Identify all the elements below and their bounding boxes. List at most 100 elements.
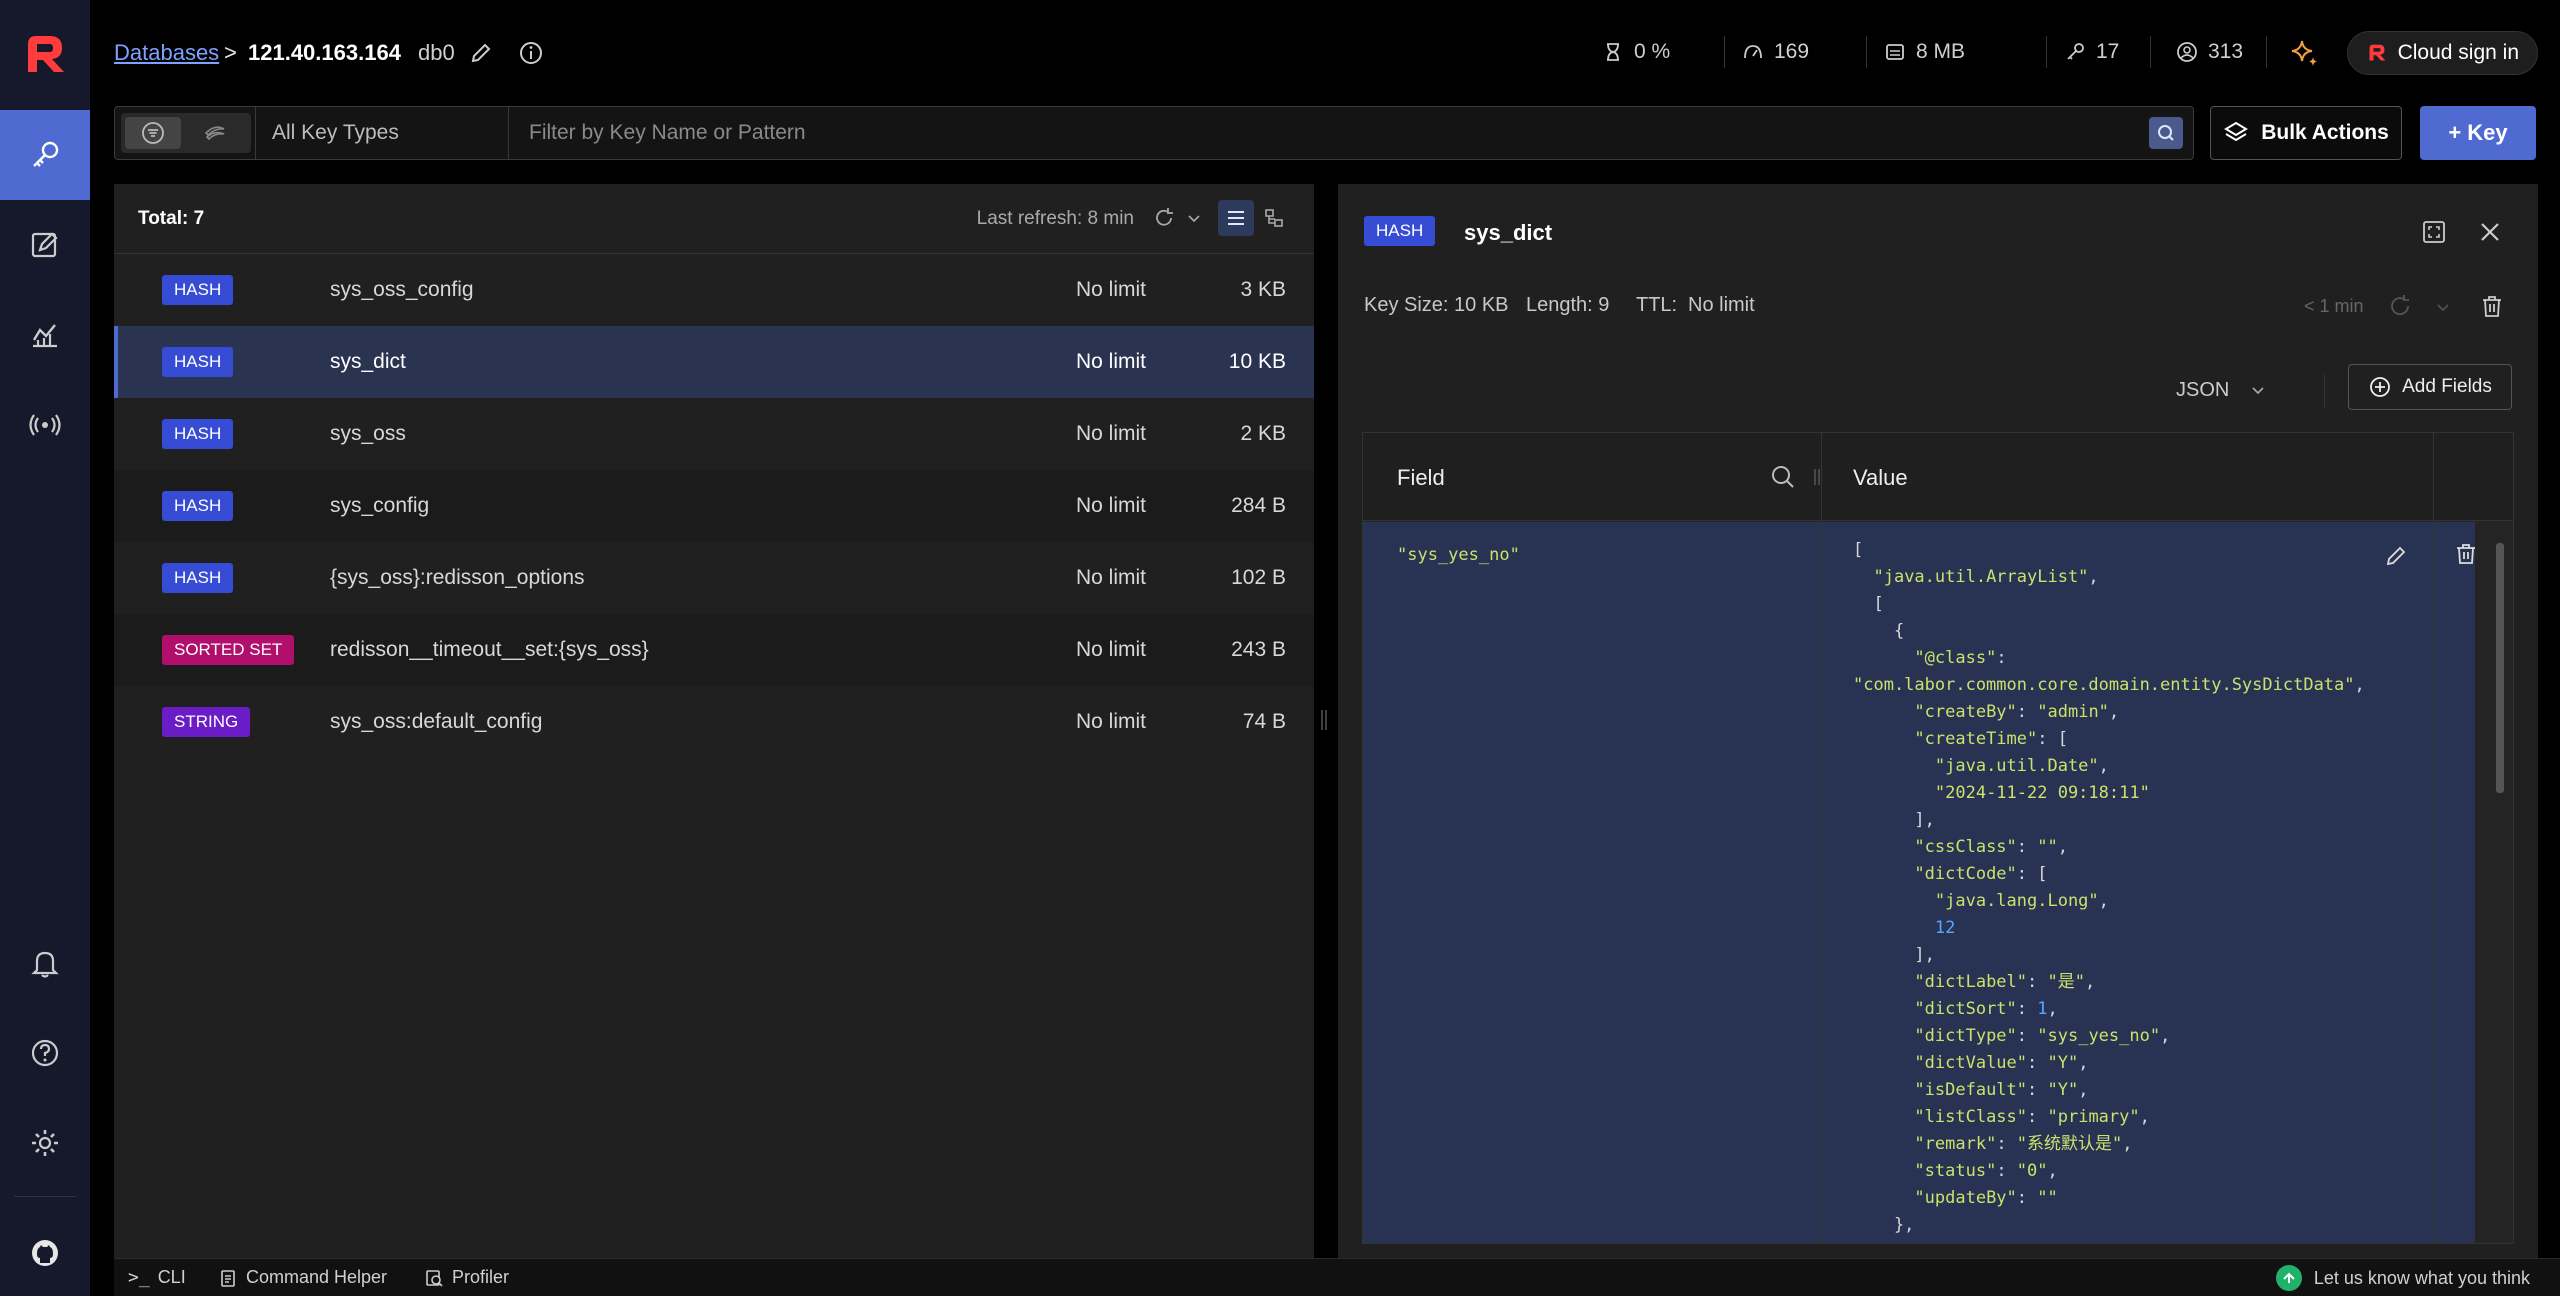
key-name: sys_dict [330, 350, 406, 374]
breadcrumb-databases-link[interactable]: Databases [114, 40, 219, 66]
key-size: 243 B [1231, 638, 1286, 662]
bulk-actions-label: Bulk Actions [2261, 121, 2389, 145]
gauge-icon [1742, 41, 1764, 63]
key-row[interactable]: HASH sys_oss_config No limit 3 KB [114, 254, 1314, 326]
key-ttl: No limit [1076, 278, 1146, 302]
chevron-down-icon [1187, 211, 1201, 225]
bulk-actions-button[interactable]: Bulk Actions [2210, 106, 2402, 160]
column-resize-handle[interactable] [1813, 469, 1821, 485]
cloud-sign-in-label: Cloud sign in [2398, 41, 2519, 65]
key-row[interactable]: HASH {sys_oss}:redisson_options No limit… [114, 542, 1314, 614]
length-meta: Length: 9 [1526, 294, 1609, 317]
cli-button[interactable]: >_ CLI [128, 1267, 186, 1288]
refresh-icon [1153, 207, 1175, 229]
add-key-button[interactable]: + Key [2420, 106, 2536, 160]
pencil-icon[interactable] [468, 40, 494, 66]
key-name: {sys_oss}:redisson_options [330, 566, 585, 590]
vector-search-toggle[interactable] [187, 117, 243, 149]
chevron-down-icon[interactable] [2436, 300, 2450, 314]
total-keys: Total: 7 [138, 208, 204, 230]
key-ttl: No limit [1076, 422, 1146, 446]
key-type-badge: HASH [162, 563, 233, 593]
detail-key-name[interactable]: sys_dict [1464, 220, 1552, 246]
tree-view-button[interactable] [1256, 200, 1292, 236]
key-size: 74 B [1243, 710, 1286, 734]
help-nav-button[interactable] [0, 1008, 90, 1098]
refresh-icon[interactable] [2386, 292, 2414, 320]
feedback-icon [2276, 1265, 2302, 1291]
browser-nav-button[interactable] [0, 110, 90, 200]
nav-divider [14, 1196, 76, 1197]
key-type-badge: SORTED SET [162, 635, 294, 665]
pubsub-nav-button[interactable] [0, 380, 90, 470]
filter-bar: All Key Types [114, 106, 2194, 160]
format-select[interactable]: JSON [2156, 370, 2286, 410]
workbench-icon [28, 228, 62, 262]
cloud-sign-in-button[interactable]: Cloud sign in [2347, 31, 2538, 75]
notifications-nav-button[interactable] [0, 918, 90, 1008]
trash-icon[interactable] [2478, 292, 2506, 320]
refresh-button[interactable] [1150, 204, 1178, 232]
key-ttl: No limit [1076, 350, 1146, 374]
key-size: 102 B [1231, 566, 1286, 590]
list-view-button[interactable] [1218, 200, 1254, 236]
key-type-badge: HASH [162, 275, 233, 305]
table-header: Field Value [1363, 433, 2514, 521]
search-icon[interactable] [1769, 463, 1797, 491]
search-button[interactable] [2149, 117, 2183, 149]
ops-value: 169 [1774, 40, 1809, 64]
sparkle-icon[interactable] [2288, 37, 2320, 69]
format-value: JSON [2176, 379, 2229, 402]
github-nav-button[interactable] [0, 1208, 90, 1296]
last-refresh: Last refresh: 8 min [977, 208, 1134, 230]
cpu-stat: 0 % [1602, 40, 1670, 64]
key-row[interactable]: SORTED SET redisson__timeout__set:{sys_o… [114, 614, 1314, 686]
panel-resize-handle[interactable] [1320, 700, 1328, 740]
trash-icon[interactable] [2453, 541, 2479, 567]
gear-icon [28, 1126, 62, 1160]
bottom-bar: >_ CLI Command Helper Profiler Let us kn… [114, 1258, 2560, 1296]
key-type-badge: HASH [1364, 216, 1435, 246]
pencil-icon[interactable] [2383, 543, 2409, 569]
key-ttl: No limit [1076, 638, 1146, 662]
key-row[interactable]: HASH sys_oss No limit 2 KB [114, 398, 1314, 470]
key-size-meta: Key Size: 10 KB [1364, 294, 1509, 317]
chevron-down-icon [2251, 383, 2265, 397]
feedback-label: Let us know what you think [2314, 1268, 2530, 1289]
info-icon[interactable] [518, 40, 544, 66]
close-icon[interactable] [2476, 218, 2504, 246]
key-name: sys_oss:default_config [330, 710, 542, 734]
redis-logo[interactable] [20, 30, 70, 80]
auto-refresh-dropdown[interactable] [1180, 204, 1208, 232]
hash-fields-table: Field Value "sys_yes_no" [ "java.util.Ar… [1362, 432, 2514, 1244]
stat-divider [2046, 36, 2047, 68]
ttl-value[interactable]: No limit [1688, 294, 1755, 317]
key-details-panel: HASH sys_dict Key Size: 10 KB Length: 9 … [1338, 184, 2538, 1258]
settings-nav-button[interactable] [0, 1098, 90, 1188]
key-row-selected[interactable]: HASH sys_dict No limit 10 KB [114, 326, 1314, 398]
workbench-nav-button[interactable] [0, 200, 90, 290]
pattern-search-toggle[interactable] [125, 117, 181, 149]
command-helper-button[interactable]: Command Helper [218, 1267, 387, 1288]
pubsub-icon [28, 408, 62, 442]
value-scrollbar[interactable] [2493, 529, 2507, 1239]
scrollbar-thumb[interactable] [2496, 543, 2504, 793]
profiler-button[interactable]: Profiler [424, 1267, 509, 1288]
add-fields-button[interactable]: Add Fields [2348, 364, 2512, 410]
ops-stat: 169 [1742, 40, 1809, 64]
ttl-label: TTL: [1636, 294, 1677, 317]
search-icon [2156, 123, 2176, 143]
analytics-nav-button[interactable] [0, 290, 90, 380]
key-row[interactable]: HASH sys_config No limit 284 B [114, 470, 1314, 542]
key-ttl: No limit [1076, 494, 1146, 518]
key-row[interactable]: STRING sys_oss:default_config No limit 7… [114, 686, 1314, 758]
feedback-link[interactable]: Let us know what you think [2276, 1265, 2530, 1291]
key-filter-input[interactable] [511, 107, 2141, 159]
key-type-select[interactable]: All Key Types [255, 107, 509, 159]
memory-stat: 8 MB [1884, 40, 1965, 64]
list-icon [1225, 207, 1247, 229]
key-name: redisson__timeout__set:{sys_oss} [330, 638, 649, 662]
key-ttl: No limit [1076, 710, 1146, 734]
key-size: 10 KB [1229, 350, 1286, 374]
fullscreen-icon[interactable] [2420, 218, 2448, 246]
